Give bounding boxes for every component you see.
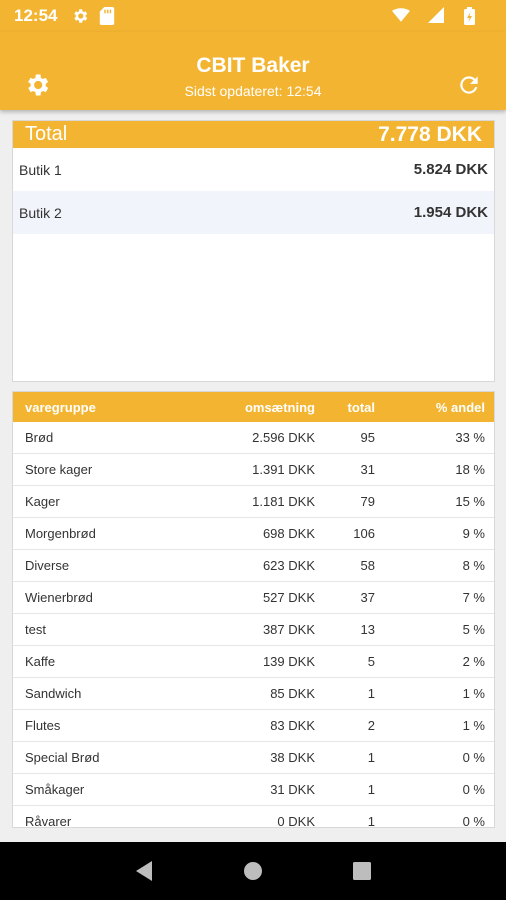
cell-group: Store kager [25,462,93,477]
table-row[interactable]: Morgenbrød 698 DKK 106 9 % [13,518,494,550]
wifi-icon [392,7,410,25]
signal-icon [428,7,446,25]
cell-total: 1 [367,686,375,701]
status-bar: 12:54 [0,0,506,32]
cell-group: Kaffe [25,654,56,669]
table-row[interactable]: Diverse 623 DKK 58 8 % [13,550,494,582]
product-groups-table[interactable]: varegruppe omsætning total % andel Brød 2… [12,391,495,828]
gear-icon [71,7,89,25]
table-row[interactable]: Store kager 1.391 DKK 31 18 % [13,454,494,486]
recents-icon[interactable] [350,859,374,883]
cell-group: Morgenbrød [25,526,96,541]
header-turnover: omsætning [244,399,315,415]
cell-group: Wienerbrød [25,590,93,605]
shop-amount: 1.954 DKK [413,204,488,221]
shop-name: Butik 1 [19,161,62,178]
table-row[interactable]: Flutes 83 DKK 2 1 % [13,710,494,742]
cell-share: 5 % [462,622,485,637]
cell-share: 9 % [462,526,485,541]
back-icon[interactable] [132,859,156,883]
table-row[interactable]: Wienerbrød 527 DKK 37 7 % [13,582,494,614]
system-nav-bar [0,842,506,900]
cell-group: test [25,622,46,637]
cell-turnover: 83 DKK [270,718,315,733]
total-card: Total 7.778 DKK Butik 1 5.824 DKK Butik … [12,120,495,382]
table-row[interactable]: Råvarer 0 DKK 1 0 % [13,806,494,828]
cell-total: 5 [367,654,375,669]
cell-turnover: 85 DKK [270,686,315,701]
cell-total: 58 [360,558,375,573]
table-row[interactable]: Kaffe 139 DKK 5 2 % [13,646,494,678]
cell-group: Brød [25,430,54,445]
cell-turnover: 38 DKK [270,750,315,765]
cell-share: 2 % [462,654,485,669]
cell-turnover: 31 DKK [270,782,315,797]
cell-turnover: 698 DKK [262,526,315,541]
cell-group: Special Brød [25,750,100,765]
status-time: 12:54 [14,6,58,25]
cell-total: 37 [360,590,375,605]
cell-share: 0 % [462,782,485,797]
app-title: CBIT Baker [196,54,310,77]
table-body: Brød 2.596 DKK 95 33 % Store kager 1.391 DKK 3… [13,422,494,828]
table-row[interactable]: Småkager 31 DKK 1 0 % [13,774,494,806]
cell-total: 79 [360,494,375,509]
battery-icon [464,7,482,25]
cell-turnover: 2.596 DKK [252,430,315,445]
cell-turnover: 1.181 DKK [252,494,315,509]
header-total: total [347,399,375,415]
cell-total: 106 [353,526,375,541]
table-header: varegruppe omsætning total % andel [13,392,494,422]
cell-total: 2 [367,718,375,733]
cell-share: 33 % [455,430,485,445]
shop-name: Butik 2 [19,204,62,221]
app-bar: CBIT Baker Sidst opdateret: 12:54 [0,32,506,110]
cell-group: Råvarer [25,814,72,828]
header-group: varegruppe [25,399,96,415]
total-label: Total [25,123,68,145]
cell-total: 95 [360,430,375,445]
cell-group: Sandwich [25,686,82,701]
cell-total: 1 [367,814,375,828]
cell-share: 0 % [462,750,485,765]
cell-turnover: 623 DKK [262,558,315,573]
cell-turnover: 527 DKK [262,590,315,605]
cell-share: 8 % [462,558,485,573]
shop-row[interactable]: Butik 1 5.824 DKK [13,148,494,191]
cell-group: Kager [25,494,60,509]
cell-total: 13 [360,622,375,637]
cell-turnover: 387 DKK [262,622,315,637]
total-header: Total 7.778 DKK [13,121,494,148]
table-row[interactable]: test 387 DKK 13 5 % [13,614,494,646]
cell-total: 31 [360,462,375,477]
cell-share: 1 % [462,718,485,733]
header-share: % andel [435,399,485,415]
cell-turnover: 1.391 DKK [252,462,315,477]
table-row[interactable]: Special Brød 38 DKK 1 0 % [13,742,494,774]
cell-turnover: 0 DKK [277,814,315,828]
table-row[interactable]: Kager 1.181 DKK 79 15 % [13,486,494,518]
sd-card-icon [99,7,117,25]
cell-group: Flutes [25,718,61,733]
home-icon[interactable] [241,859,265,883]
cell-group: Småkager [25,782,85,797]
cell-share: 0 % [462,814,485,828]
cell-turnover: 139 DKK [262,654,315,669]
shop-row[interactable]: Butik 2 1.954 DKK [13,191,494,234]
total-value: 7.778 DKK [378,122,482,146]
last-updated-label: Sidst opdateret: 12:54 [184,83,322,99]
refresh-icon[interactable] [454,70,484,100]
shop-amount: 5.824 DKK [413,161,488,178]
cell-total: 1 [367,750,375,765]
cell-share: 18 % [455,462,485,477]
table-row[interactable]: Brød 2.596 DKK 95 33 % [13,422,494,454]
cell-total: 1 [367,782,375,797]
cell-group: Diverse [25,558,70,573]
cell-share: 7 % [462,590,485,605]
cell-share: 1 % [462,686,485,701]
cell-share: 15 % [455,494,485,509]
table-row[interactable]: Sandwich 85 DKK 1 1 % [13,678,494,710]
